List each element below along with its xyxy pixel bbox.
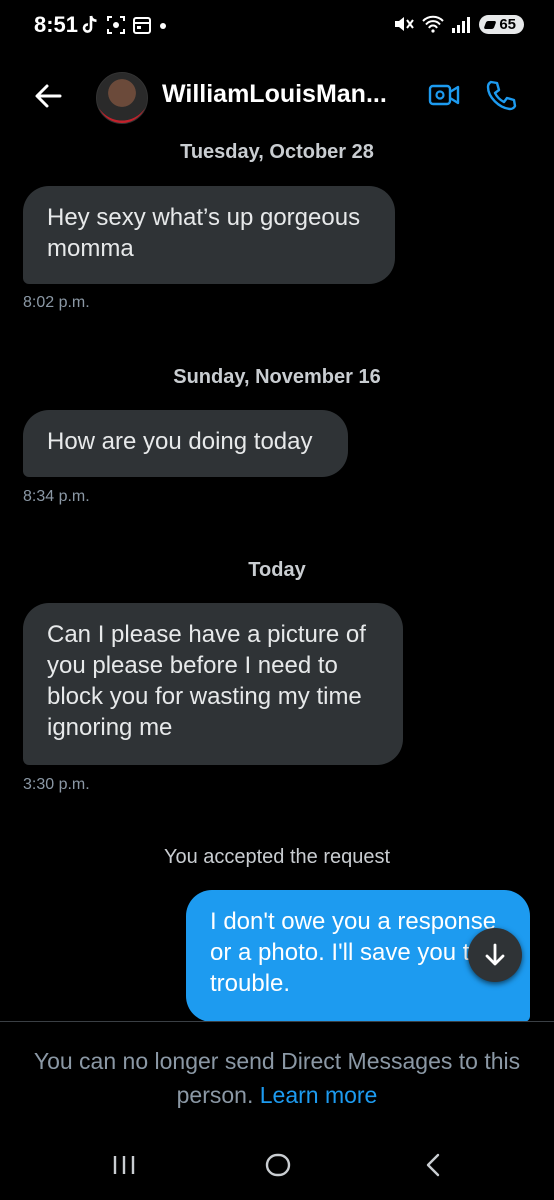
message-timestamp: 3:30 p.m. <box>23 776 90 793</box>
video-call-icon[interactable] <box>428 80 460 110</box>
wifi-icon <box>422 15 445 33</box>
status-time: 8:51 <box>34 12 79 37</box>
nav-back-icon[interactable] <box>420 1150 448 1180</box>
back-arrow-icon[interactable] <box>30 78 66 114</box>
date-separator: Tuesday, October 28 <box>180 141 374 163</box>
status-notification-icons <box>80 14 168 36</box>
mute-icon <box>395 17 415 31</box>
dm-disabled-notice: You can no longer send Direct Messages t… <box>20 1044 534 1112</box>
phone-icon[interactable] <box>484 78 518 112</box>
tiktok-icon <box>82 15 97 33</box>
date-separator: Today <box>248 559 306 581</box>
learn-more-link[interactable]: Learn more <box>260 1082 378 1108</box>
calendar-icon <box>133 17 151 34</box>
incoming-message[interactable]: Hey sexy what’s up gorgeous momma <box>23 186 395 284</box>
system-message: You accepted the request <box>163 846 391 868</box>
status-system-icons: 65 <box>393 14 524 34</box>
system-navigation-bar <box>0 1140 554 1190</box>
incoming-message[interactable]: Can I please have a picture of you pleas… <box>23 603 403 765</box>
date-separator: Sunday, November 16 <box>173 366 381 388</box>
incoming-message[interactable]: How are you doing today <box>23 410 348 477</box>
contact-name[interactable]: WilliamLouisMan... <box>162 80 412 109</box>
message-timestamp: 8:02 p.m. <box>23 294 90 311</box>
recent-apps-icon[interactable] <box>110 1150 138 1180</box>
screenshot-icon <box>107 16 125 34</box>
scroll-to-bottom-button[interactable] <box>468 928 522 982</box>
dot-icon <box>160 23 166 29</box>
home-icon[interactable] <box>263 1150 293 1180</box>
arrow-down-icon <box>485 943 505 966</box>
conversation-header: WilliamLouisMan... <box>0 62 554 132</box>
battery-indicator: 65 <box>479 14 524 34</box>
signal-icon <box>452 17 471 33</box>
status-bar: 8:51 65 <box>0 0 554 52</box>
composer-divider <box>0 1021 554 1022</box>
avatar[interactable] <box>96 72 148 124</box>
message-timestamp: 8:34 p.m. <box>23 488 90 505</box>
